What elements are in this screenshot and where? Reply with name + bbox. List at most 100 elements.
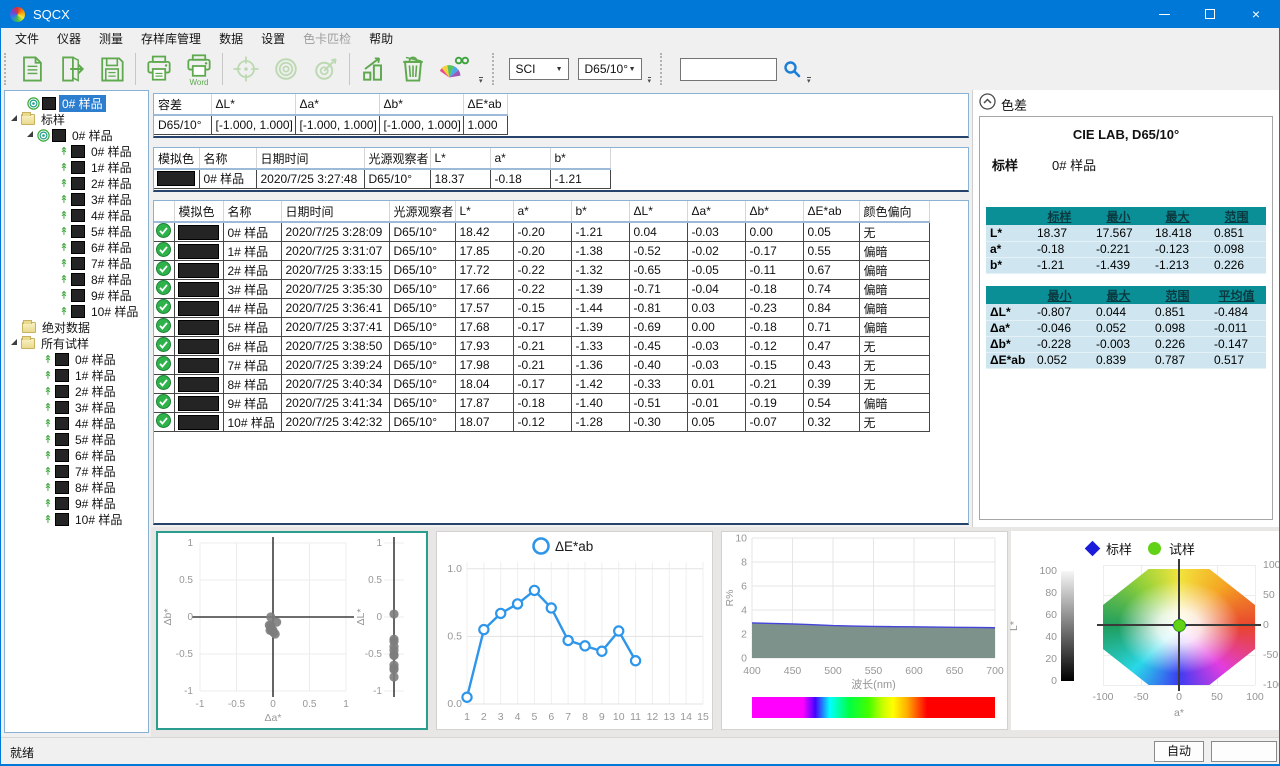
column-header[interactable]: ΔL* [629,201,687,222]
menu-item[interactable]: 测量 [90,28,132,49]
column-header[interactable]: Δa* [687,201,745,222]
trend-chart-icon[interactable] [353,49,393,89]
toolbar-overflow-icon[interactable]: ▾ [648,77,652,85]
menu-item[interactable]: 存样库管理 [132,28,210,49]
tree-item[interactable]: ↟6# 样品 [5,239,148,255]
tree-item[interactable]: ↟4# 样品 [5,415,148,431]
tree-item[interactable]: ↟5# 样品 [5,431,148,447]
reflectance-chart[interactable]: 0246810400450500550600650700R%波长(nm) [721,531,1008,730]
column-header[interactable]: L* [455,201,513,222]
save-icon[interactable] [92,49,132,89]
tree-expander-icon[interactable] [11,115,17,121]
table-row[interactable]: 7# 样品2020/7/25 3:39:24D65/10°17.98-0.21-… [154,356,968,375]
search-input[interactable] [680,58,777,81]
tree-item[interactable]: ↟10# 样品 [5,303,148,319]
column-header[interactable]: 颜色偏向 [859,201,929,222]
tree-item[interactable]: ↟0# 样品 [5,143,148,159]
menu-item[interactable]: 色卡匹检 [294,28,360,49]
table-row[interactable]: 0# 样品2020/7/25 3:28:09D65/10°18.42-0.20-… [154,222,968,242]
tree-item[interactable]: ↟3# 样品 [5,191,148,207]
menu-item[interactable]: 文件 [6,28,48,49]
table-row[interactable]: D65/10°[-1.000, 1.000][-1.000, 1.000][-1… [154,115,968,134]
tree-item[interactable]: ↟5# 样品 [5,223,148,239]
tree-item[interactable]: 0# 样品 [5,127,148,143]
toolbar-overflow-icon[interactable]: ▾ [807,77,811,85]
column-header[interactable] [154,201,174,222]
maximize-button[interactable] [1187,0,1233,28]
tree-item[interactable]: 绝对数据 [5,319,148,335]
column-header[interactable]: Δa* [295,94,379,115]
menu-item[interactable]: 帮助 [360,28,402,49]
print-word-icon[interactable]: Word [179,49,219,89]
column-header[interactable]: 名称 [199,148,256,169]
export-icon[interactable] [52,49,92,89]
tree-item[interactable]: 所有试样 [5,335,148,351]
tree-item[interactable]: ↟7# 样品 [5,255,148,271]
column-header[interactable]: 光源观察者 [364,148,430,169]
tree-expander-icon[interactable] [27,131,33,137]
menu-item[interactable]: 设置 [252,28,294,49]
tree-item[interactable]: ↟0# 样品 [5,351,148,367]
column-header[interactable]: b* [550,148,610,169]
table-row[interactable]: 8# 样品2020/7/25 3:40:34D65/10°18.04-0.17-… [154,375,968,394]
tree-item[interactable]: 标样 [5,111,148,127]
menu-item[interactable]: 仪器 [48,28,90,49]
column-header[interactable]: b* [571,201,629,222]
illuminant-select[interactable]: D65/10° ▼ [578,58,642,80]
mode-select[interactable]: SCI ▼ [509,58,569,80]
column-header[interactable]: L* [430,148,490,169]
tree-item[interactable]: ↟2# 样品 [5,383,148,399]
column-header[interactable]: ΔE*ab [463,94,507,115]
collapse-icon[interactable] [979,93,996,115]
delete-icon[interactable] [393,49,433,89]
column-header[interactable]: Δb* [745,201,803,222]
tree-item[interactable]: ↟10# 样品 [5,511,148,527]
lab-gamut-chart[interactable]: 标样试样100806040200L*-100-50050100a*100500-… [1011,531,1279,730]
tree-item[interactable]: ↟8# 样品 [5,479,148,495]
column-header[interactable]: a* [490,148,550,169]
column-header[interactable]: ΔL* [211,94,295,115]
column-header[interactable]: 名称 [223,201,281,222]
table-row[interactable]: 5# 样品2020/7/25 3:37:41D65/10°17.68-0.17-… [154,318,968,337]
toolbar-overflow-icon[interactable]: ▾ [479,77,483,85]
tree-item[interactable]: ↟1# 样品 [5,159,148,175]
tree-item[interactable]: 0# 样品 [5,95,148,111]
minimize-button[interactable] [1141,0,1187,28]
new-document-icon[interactable] [12,49,52,89]
delta-e-trend-chart[interactable]: ΔE*ab0.00.51.0123456789101112131415 [436,531,713,730]
column-header[interactable]: 模拟色 [154,148,199,169]
toolbar-grip[interactable] [4,53,8,85]
table-row[interactable]: 6# 样品2020/7/25 3:38:50D65/10°17.93-0.21-… [154,337,968,356]
tree-item[interactable]: ↟8# 样品 [5,271,148,287]
tree-item[interactable]: ↟1# 样品 [5,367,148,383]
column-header[interactable]: 光源观察者 [389,201,455,222]
column-header[interactable]: 日期时间 [256,148,364,169]
menu-item[interactable]: 数据 [210,28,252,49]
tree-item[interactable]: ↟9# 样品 [5,495,148,511]
column-header[interactable]: a* [513,201,571,222]
column-header[interactable]: 容差 [154,94,211,115]
tree-item[interactable]: ↟2# 样品 [5,175,148,191]
toolbar-grip[interactable] [492,53,496,85]
color-match-icon[interactable] [433,49,473,89]
table-row[interactable]: 0# 样品2020/7/25 3:27:48D65/10°18.37-0.18-… [154,169,968,188]
column-header[interactable]: ΔE*ab [803,201,859,222]
tree-expander-icon[interactable] [11,339,17,345]
auto-button[interactable]: 自动 [1154,741,1204,762]
table-row[interactable]: 4# 样品2020/7/25 3:36:41D65/10°17.57-0.15-… [154,299,968,318]
table-row[interactable]: 2# 样品2020/7/25 3:33:15D65/10°17.72-0.22-… [154,261,968,280]
close-button[interactable]: × [1233,0,1279,28]
column-header[interactable]: 日期时间 [281,201,389,222]
column-header[interactable]: 模拟色 [174,201,223,222]
tree-item[interactable]: ↟4# 样品 [5,207,148,223]
tree-item[interactable]: ↟6# 样品 [5,447,148,463]
tree-item[interactable]: ↟9# 样品 [5,287,148,303]
toolbar-grip[interactable] [660,53,664,85]
table-row[interactable]: 9# 样品2020/7/25 3:41:34D65/10°17.87-0.18-… [154,394,968,413]
tree-item[interactable]: ↟7# 样品 [5,463,148,479]
delta-ab-scatter-chart[interactable]: -1-0.500.51-1-0.500.51Δb*Δa*-1-0.500.51Δ… [156,531,428,730]
table-row[interactable]: 10# 样品2020/7/25 3:42:32D65/10°18.07-0.12… [154,413,968,432]
search-icon[interactable] [783,60,801,78]
table-row[interactable]: 1# 样品2020/7/25 3:31:07D65/10°17.85-0.20-… [154,242,968,261]
tree-item[interactable]: ↟3# 样品 [5,399,148,415]
